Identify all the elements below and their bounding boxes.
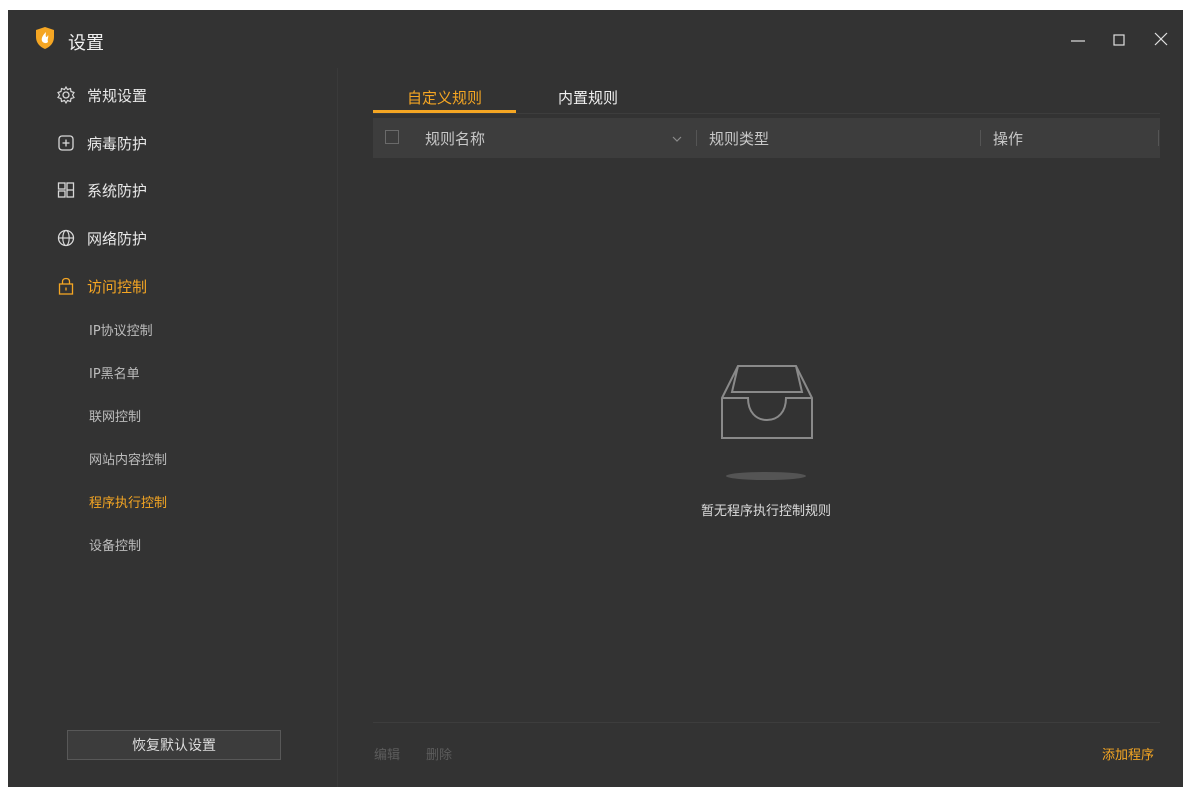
gear-icon [56, 85, 76, 105]
delete-button[interactable]: 删除 [426, 744, 452, 763]
sub-item-ip-blacklist[interactable]: IP黑名单 [89, 360, 289, 384]
tab-builtin-rules[interactable]: 内置规则 [528, 82, 648, 112]
shield-logo-icon [34, 26, 56, 50]
sidebar-item-label: 访问控制 [87, 277, 148, 296]
minimize-icon [1071, 40, 1085, 42]
empty-inbox-illustration [718, 362, 818, 491]
sidebar-item-virus-protection[interactable]: 病毒防护 [56, 128, 306, 158]
column-separator[interactable] [1158, 130, 1159, 146]
footer-divider [373, 722, 1160, 723]
sidebar-item-label: 病毒防护 [87, 134, 148, 153]
tab-divider [373, 113, 1160, 114]
sidebar-item-network-protection[interactable]: 网络防护 [56, 223, 306, 253]
globe-icon [56, 228, 76, 248]
plus-box-icon [56, 133, 76, 153]
sidebar-item-label: 常规设置 [87, 86, 148, 105]
maximize-icon [1113, 34, 1125, 46]
sidebar-item-label: 系统防护 [87, 181, 148, 200]
sub-item-ip-protocol-control[interactable]: IP协议控制 [89, 317, 289, 341]
edit-button[interactable]: 编辑 [374, 744, 400, 763]
column-separator[interactable] [696, 130, 697, 146]
chevron-down-icon[interactable] [671, 130, 683, 149]
sidebar-item-label: 网络防护 [87, 229, 148, 248]
sub-item-device-control[interactable]: 设备控制 [89, 532, 289, 556]
sidebar-item-access-control[interactable]: 访问控制 [56, 271, 306, 301]
sidebar-item-system-protection[interactable]: 系统防护 [56, 175, 306, 205]
tab-custom-rules[interactable]: 自定义规则 [373, 82, 516, 112]
close-button[interactable] [1143, 24, 1179, 54]
title-bar: 设置 [8, 10, 1183, 68]
table-header: 规则名称 规则类型 操作 [373, 118, 1160, 158]
empty-state-message: 暂无程序执行控制规则 [700, 504, 831, 519]
settings-window: 设置 常规设置 病毒防护 系统防护 网络防护 访问控制 IP协议控制 IP黑名单… [8, 10, 1183, 787]
close-icon [1154, 32, 1168, 46]
add-program-button[interactable]: 添加程序 [1102, 744, 1154, 763]
sidebar-divider [337, 68, 338, 787]
minimize-button[interactable] [1060, 24, 1096, 54]
lock-icon [56, 276, 76, 296]
sidebar-item-general[interactable]: 常规设置 [56, 80, 306, 110]
sub-item-website-content-control[interactable]: 网站内容控制 [89, 446, 289, 470]
column-separator[interactable] [980, 130, 981, 146]
grid-icon [56, 180, 76, 200]
column-header-rule-type[interactable]: 规则类型 [709, 128, 769, 149]
restore-defaults-button[interactable]: 恢复默认设置 [67, 730, 281, 760]
sub-item-program-execution-control[interactable]: 程序执行控制 [89, 489, 289, 513]
select-all-checkbox[interactable] [385, 130, 399, 144]
window-title: 设置 [68, 33, 104, 54]
maximize-button[interactable] [1101, 24, 1137, 54]
sub-item-network-control[interactable]: 联网控制 [89, 403, 289, 427]
column-header-rule-name[interactable]: 规则名称 [425, 128, 485, 149]
column-header-action: 操作 [993, 130, 1024, 148]
